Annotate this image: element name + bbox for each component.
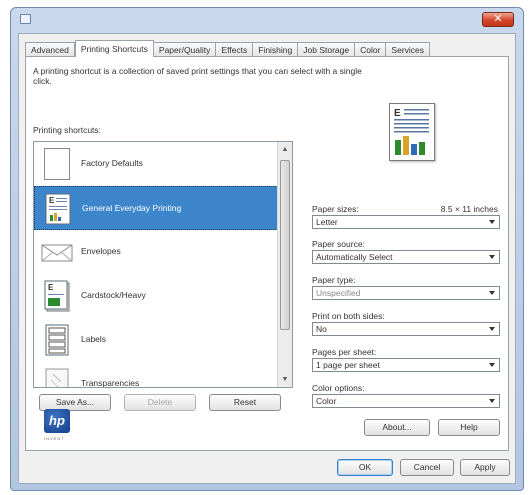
tab-panel: A printing shortcut is a collection of s… — [25, 56, 509, 451]
document-chart-icon: E — [42, 193, 74, 225]
paper-type-label: Paper type: — [312, 275, 356, 285]
cancel-button[interactable]: Cancel — [400, 459, 454, 476]
transparency-icon — [41, 368, 73, 387]
pages-per-sheet-select[interactable]: 1 page per sheet — [312, 358, 500, 372]
list-item-envelopes[interactable]: Envelopes — [34, 230, 278, 274]
list-item-general-everyday-printing[interactable]: E General Everyday Printing — [34, 186, 278, 230]
list-item-label: General Everyday Printing — [82, 203, 182, 213]
ok-button[interactable]: OK — [337, 459, 393, 476]
list-item-label: Envelopes — [81, 246, 121, 256]
chevron-down-icon — [489, 255, 495, 259]
color-options-label: Color options: — [312, 383, 365, 393]
list-scrollbar[interactable]: ▲ ▼ — [277, 142, 292, 387]
paper-source-label: Paper source: — [312, 239, 365, 249]
cardstock-icon: E — [41, 280, 73, 312]
paper-source-select[interactable]: Automatically Select — [312, 250, 500, 264]
select-value: Letter — [316, 217, 338, 227]
apply-button[interactable]: Apply — [460, 459, 510, 476]
list-item-label: Cardstock/Heavy — [81, 290, 146, 300]
shortcuts-list[interactable]: Factory Defaults E General Everyday Prin… — [33, 141, 293, 388]
tab-strip: Advanced Printing Shortcuts Paper/Qualit… — [25, 40, 431, 57]
hp-logo: hp — [44, 409, 70, 433]
svg-text:E: E — [394, 108, 401, 119]
color-options-select[interactable]: Color — [312, 394, 500, 408]
shortcut-description: A printing shortcut is a collection of s… — [33, 66, 362, 86]
chevron-down-icon — [489, 220, 495, 224]
scroll-thumb[interactable] — [280, 160, 290, 330]
list-item-labels[interactable]: Labels — [34, 318, 278, 362]
printer-app-icon — [20, 14, 31, 24]
select-value: No — [316, 324, 327, 334]
tab-color[interactable]: Color — [355, 42, 387, 57]
paper-sizes-select[interactable]: Letter — [312, 215, 500, 229]
paper-dimension-text: 8.5 × 11 inches — [440, 204, 498, 214]
list-item-cardstock-heavy[interactable]: E Cardstock/Heavy — [34, 274, 278, 318]
hp-invent-tagline: INVENT — [44, 436, 65, 441]
print-both-sides-label: Print on both sides: — [312, 311, 385, 321]
tab-paper-quality[interactable]: Paper/Quality — [153, 42, 217, 57]
list-item-label: Transparencies — [81, 378, 140, 388]
tab-finishing[interactable]: Finishing — [253, 42, 299, 57]
paper-type-select[interactable]: Unspecified — [312, 286, 500, 300]
dialog-client: Advanced Printing Shortcuts Paper/Qualit… — [18, 33, 516, 484]
tab-advanced[interactable]: Advanced — [25, 42, 75, 57]
tab-job-storage[interactable]: Job Storage — [298, 42, 356, 57]
chevron-down-icon — [489, 327, 495, 331]
select-value: Color — [316, 396, 337, 406]
reset-button[interactable]: Reset — [209, 394, 281, 411]
chevron-down-icon — [489, 399, 495, 403]
about-button[interactable]: About... — [364, 419, 430, 436]
delete-button[interactable]: Delete — [124, 394, 196, 411]
paper-sizes-label: Paper sizes: — [312, 204, 359, 214]
blank-document-icon — [41, 148, 73, 180]
pages-per-sheet-label: Pages per sheet: — [312, 347, 377, 357]
tab-effects[interactable]: Effects — [216, 42, 254, 57]
scroll-up-icon[interactable]: ▲ — [278, 142, 292, 157]
select-value: 1 page per sheet — [316, 360, 380, 370]
select-value: Unspecified — [316, 288, 361, 298]
shortcuts-label: Printing shortcuts: — [33, 125, 102, 135]
labels-sheet-icon — [41, 324, 73, 356]
title-bar: ✕ — [11, 8, 523, 32]
scroll-down-icon[interactable]: ▼ — [278, 372, 292, 387]
chevron-down-icon — [489, 363, 495, 367]
list-item-label: Factory Defaults — [81, 158, 143, 168]
chevron-down-icon — [489, 291, 495, 295]
page-preview: E — [389, 103, 435, 161]
select-value: Automatically Select — [316, 252, 393, 262]
svg-text:E: E — [48, 283, 54, 292]
list-item-label: Labels — [81, 334, 107, 344]
print-both-sides-select[interactable]: No — [312, 322, 500, 336]
close-button[interactable]: ✕ — [482, 12, 514, 27]
help-button[interactable]: Help — [438, 419, 500, 436]
list-item-transparencies[interactable]: Transparencies — [34, 362, 278, 388]
tab-printing-shortcuts[interactable]: Printing Shortcuts — [74, 40, 154, 57]
list-item-factory-defaults[interactable]: Factory Defaults — [34, 142, 278, 186]
svg-text:E: E — [49, 196, 55, 205]
tab-services[interactable]: Services — [386, 42, 431, 57]
printer-properties-window: ✕ Advanced Printing Shortcuts Paper/Qual… — [10, 7, 524, 491]
envelope-icon — [41, 236, 73, 268]
